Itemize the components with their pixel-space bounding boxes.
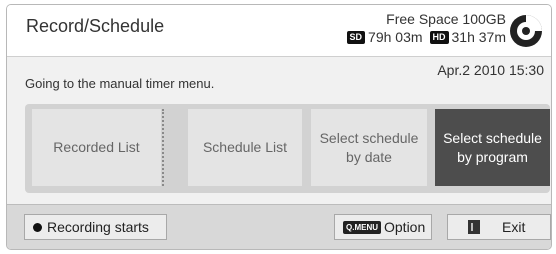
status-message: Going to the manual timer menu. xyxy=(25,76,215,91)
option-label: Option xyxy=(384,219,426,235)
remaining-time: SD 79h 03m HD 31h 37m xyxy=(343,29,506,45)
menu-panel: Recorded List Schedule List Select sched… xyxy=(25,104,550,193)
footer: Recording starts Q.MENU Option Exit xyxy=(7,204,551,249)
by-program-label-line1: Select schedule xyxy=(443,129,542,146)
option-button[interactable]: Q.MENU Option xyxy=(334,214,432,240)
qmenu-key-icon: Q.MENU xyxy=(343,220,381,234)
recorded-list-label: Recorded List xyxy=(53,139,140,155)
exit-label: Exit xyxy=(502,219,526,235)
recording-starts-button[interactable]: Recording starts xyxy=(24,214,167,240)
record-dot-icon xyxy=(33,222,42,232)
recording-starts-label: Recording starts xyxy=(47,219,149,235)
hd-badge: HD xyxy=(429,30,449,44)
exit-key-icon xyxy=(468,220,480,234)
schedule-list-button[interactable]: Schedule List xyxy=(188,109,302,186)
sd-badge: SD xyxy=(346,30,366,44)
by-date-label-line1: Select schedule xyxy=(319,129,419,146)
current-datetime: Apr.2 2010 15:30 xyxy=(437,62,544,78)
select-schedule-by-date-button[interactable]: Select schedule by date xyxy=(311,109,427,186)
free-space-text: Free Space 100GB xyxy=(386,11,506,27)
hd-time: 31h 37m xyxy=(451,29,506,45)
page-title: Record/Schedule xyxy=(26,16,165,36)
sd-time: 79h 03m xyxy=(368,29,423,45)
select-schedule-by-program-button[interactable]: Select schedule by program xyxy=(435,109,550,186)
by-program-label-line2: by program xyxy=(457,148,528,165)
by-date-label-line2: by date xyxy=(346,148,392,165)
exit-button[interactable]: Exit xyxy=(447,214,551,240)
schedule-list-label: Schedule List xyxy=(202,139,288,155)
record-schedule-window: Record/Schedule Free Space 100GB SD 79h … xyxy=(6,4,552,250)
divider xyxy=(162,109,164,186)
disc-usage-icon xyxy=(510,15,542,47)
recorded-list-button[interactable]: Recorded List xyxy=(32,109,161,186)
header: Record/Schedule Free Space 100GB SD 79h … xyxy=(7,5,551,57)
